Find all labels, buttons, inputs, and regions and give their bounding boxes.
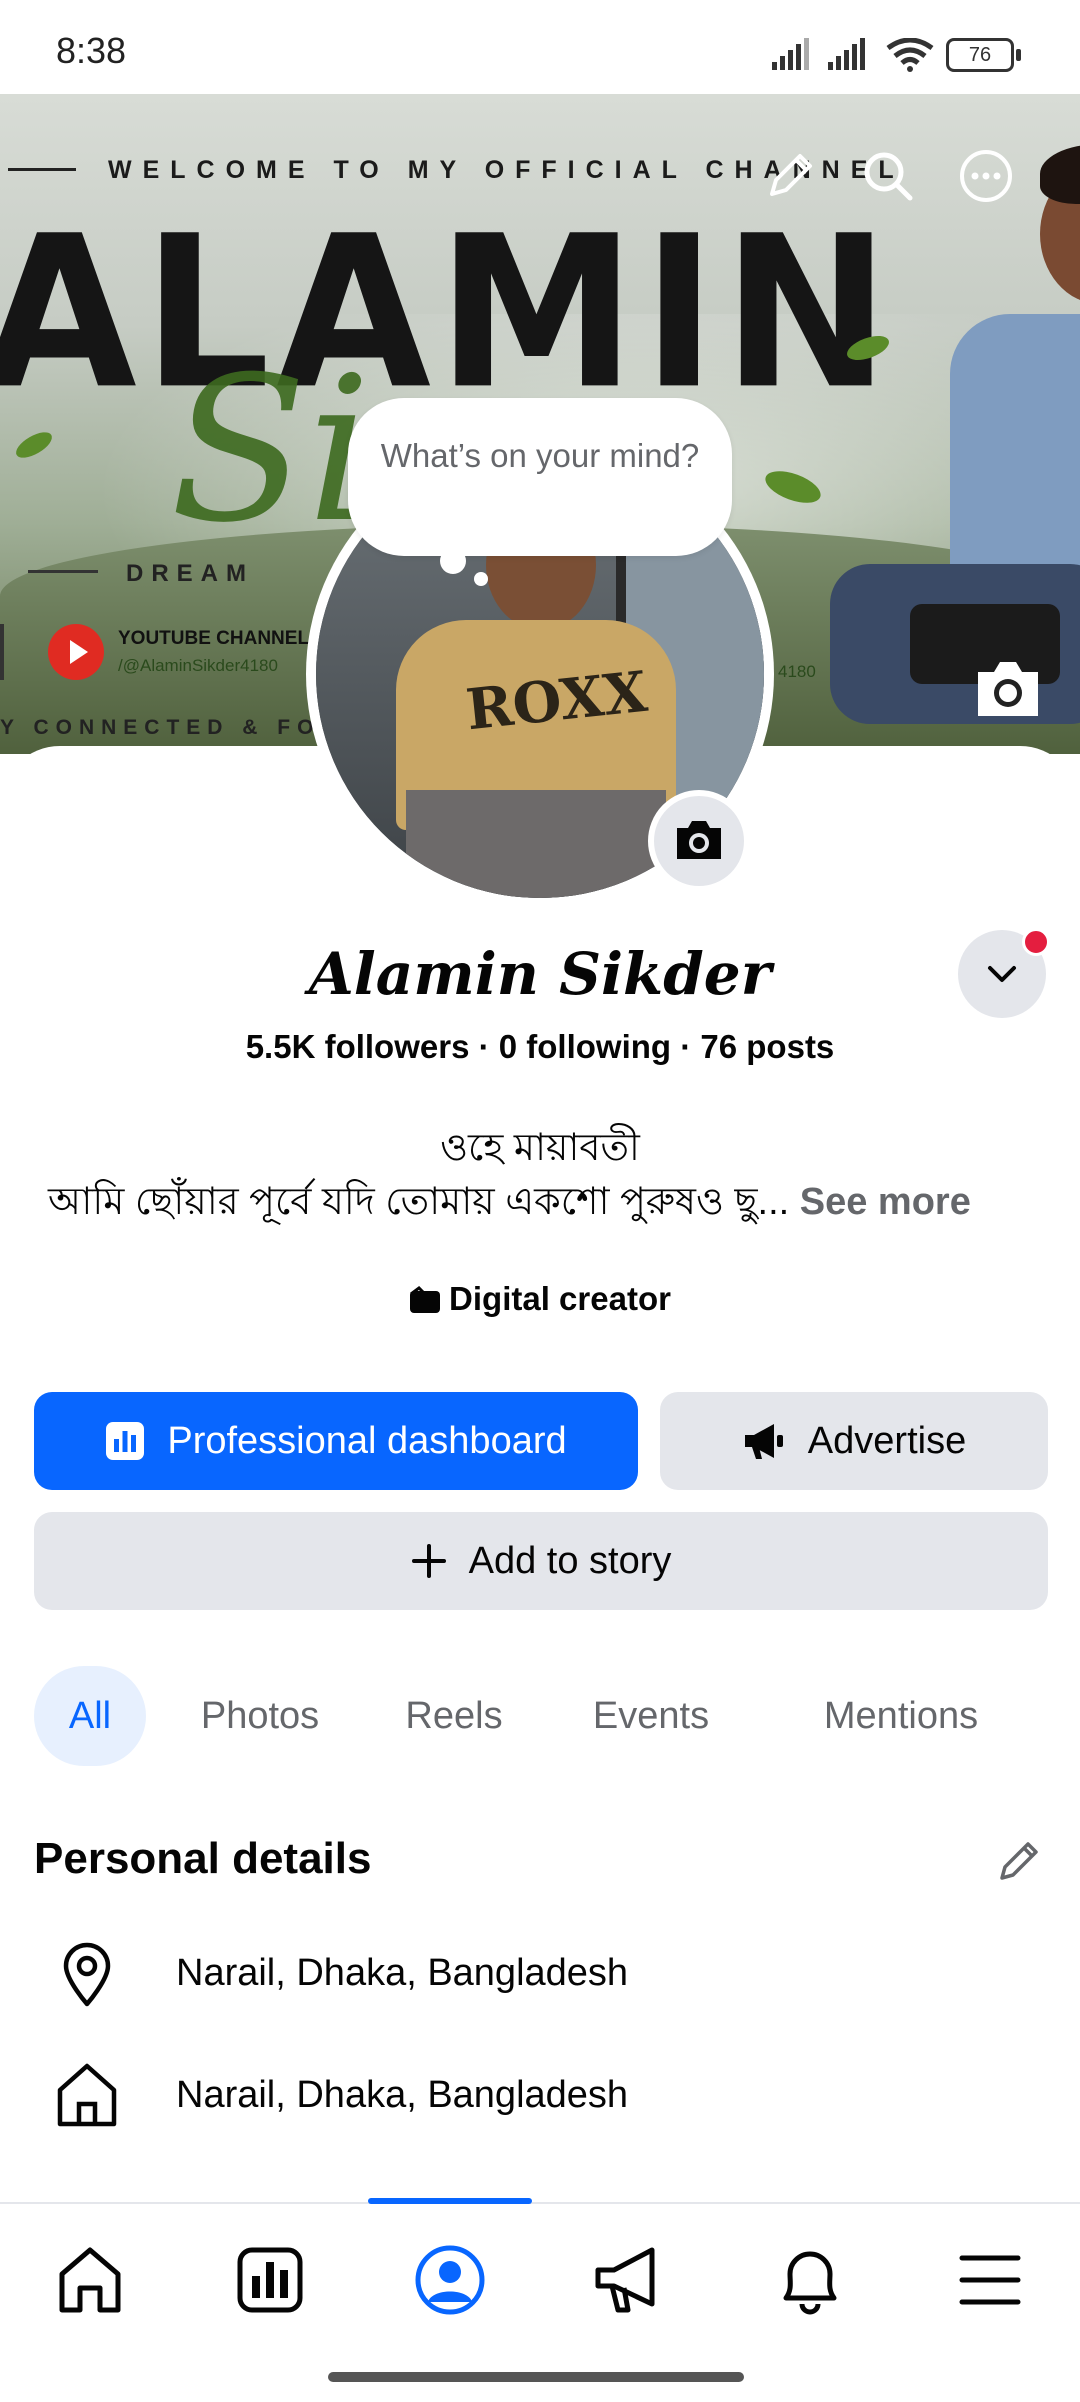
whats-on-your-mind-bubble[interactable]: What’s on your mind?	[348, 398, 732, 556]
edit-details-icon[interactable]	[994, 1836, 1044, 1886]
cover-yt-handle: /@AlaminSikder4180	[118, 656, 278, 675]
briefcase-icon	[410, 1286, 441, 1313]
nav-bell-icon[interactable]	[770, 2240, 850, 2320]
tab-events[interactable]: Events	[586, 1666, 716, 1766]
nav-dashboard-icon[interactable]	[230, 2240, 310, 2320]
cover-dream-text: DREAM	[126, 560, 254, 587]
personal-details-title: Personal details	[34, 1834, 372, 1883]
nav-active-indicator	[368, 2198, 532, 2204]
category-text: Digital creator	[449, 1280, 671, 1317]
category-label: Digital creator	[0, 1280, 1080, 1318]
more-icon[interactable]	[954, 144, 1018, 208]
battery-indicator: 76	[946, 38, 1021, 72]
nav-menu-icon[interactable]	[950, 2240, 1030, 2320]
professional-dashboard-label: Professional dashboard	[167, 1419, 567, 1462]
chevron-down-icon	[988, 966, 1016, 982]
tab-photos[interactable]: Photos	[184, 1666, 336, 1766]
signal-icon	[772, 38, 809, 70]
nav-profile-icon[interactable]	[410, 2240, 490, 2320]
plus-icon	[411, 1544, 446, 1578]
add-to-story-button[interactable]: Add to story	[34, 1512, 1048, 1610]
cover-camera-icon[interactable]	[972, 656, 1044, 722]
nav-home-icon[interactable]	[50, 2240, 130, 2320]
cover-connected-text: Y CONNECTED & FOLL	[0, 716, 361, 739]
advertise-button[interactable]: Advertise	[660, 1392, 1048, 1490]
avatar-camera-button[interactable]	[648, 790, 750, 892]
profile-name: Alamin Sikder	[308, 940, 772, 1008]
profile-stats[interactable]: 5.5K followers · 0 following · 76 posts	[0, 1028, 1080, 1066]
status-bar: 8:38 76	[0, 0, 1080, 94]
youtube-logo-icon	[48, 624, 104, 680]
advertise-label: Advertise	[807, 1419, 967, 1462]
see-more-link[interactable]: See more	[800, 1181, 971, 1223]
bubble-dot	[440, 548, 466, 574]
home-gesture-bar[interactable]	[328, 2372, 744, 2382]
bio-text: আমি ছোঁয়ার পূর্বে যদি তোমায় একশো পুরুষ…	[48, 1181, 790, 1223]
tab-all[interactable]: All	[34, 1666, 146, 1766]
edit-icon[interactable]	[758, 144, 822, 208]
notification-dot	[1022, 928, 1050, 956]
dashboard-icon	[106, 1422, 145, 1460]
detail-row-location: Narail, Dhaka, Bangladesh	[176, 1952, 629, 1994]
detail-row-hometown: Narail, Dhaka, Bangladesh	[176, 2074, 629, 2116]
megaphone-icon	[744, 1424, 783, 1459]
wifi-icon	[886, 38, 934, 72]
camera-icon	[677, 821, 721, 859]
cover-yt-handle-fragment: 4180	[778, 662, 816, 681]
bubble-dot-small	[474, 572, 488, 586]
nav-megaphone-icon[interactable]	[590, 2240, 670, 2320]
bio-line-2: আমি ছোঁয়ার পূর্বে যদি তোমায় একশো পুরুষ…	[48, 1172, 1048, 1236]
tab-mentions[interactable]: Mentions	[808, 1666, 994, 1766]
cover-yt-title: YOUTUBE CHANNEL	[118, 628, 310, 649]
tab-reels[interactable]: Reels	[402, 1666, 506, 1766]
home-icon	[57, 2063, 117, 2127]
search-icon[interactable]	[856, 144, 920, 208]
signal-icon-2	[828, 38, 865, 70]
cover-big-text: ALAMIN	[0, 191, 896, 436]
add-to-story-label: Add to story	[468, 1539, 672, 1582]
professional-dashboard-button[interactable]: Professional dashboard	[34, 1392, 638, 1490]
location-pin-icon	[63, 1942, 111, 2007]
status-time: 8:38	[56, 30, 127, 71]
